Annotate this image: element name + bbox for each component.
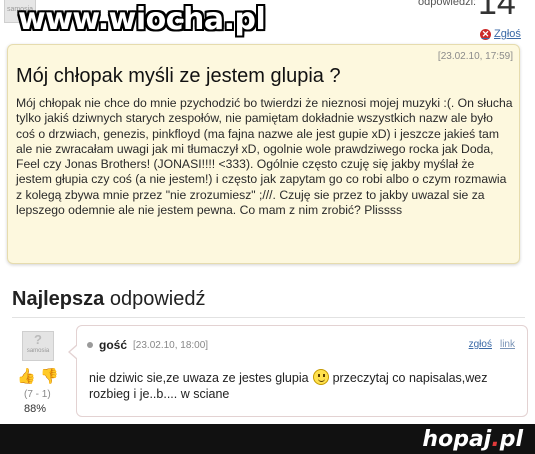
answers-count: 14 — [478, 0, 516, 22]
vote-count: (7 - 1) — [24, 389, 51, 400]
answer-avatar: ? samosia — [22, 331, 54, 361]
answer-header: gość [23.02.10, 18:00] — [87, 338, 208, 352]
answer-timestamp: [23.02.10, 18:00] — [133, 339, 209, 351]
best-answer-heading: Najlepsza odpowiedź — [12, 288, 205, 311]
answer-author: gość — [99, 338, 128, 352]
question-timestamp: [23.02.10, 17:59] — [437, 51, 513, 62]
question-card: [23.02.10, 17:59] Mój chłopak myśli ze j… — [7, 44, 520, 264]
bullet-icon — [87, 342, 93, 348]
report-answer-link[interactable]: zgłoś — [469, 339, 492, 350]
question-mark-icon: ? — [34, 332, 42, 347]
smiley-icon — [312, 369, 329, 385]
divider — [12, 317, 525, 318]
answer-permalink[interactable]: link — [500, 339, 515, 350]
question-title: Mój chłopak myśli ze jestem glupia ? — [16, 65, 341, 87]
answers-label: odpowiedzi: — [418, 0, 477, 8]
footer-logo: hopaj.pl — [422, 427, 523, 452]
best-answer-heading-rest: odpowiedź — [109, 288, 206, 310]
report-question-button[interactable]: ✕ Zgłoś — [480, 28, 521, 40]
question-body: Mój chłopak nie chce do mnie pzychodzić … — [16, 96, 513, 218]
thumb-up-icon[interactable]: 👍 — [17, 369, 36, 385]
watermark-logo: www.wiocha.pl — [18, 2, 266, 37]
best-answer-heading-bold: Najlepsza — [12, 288, 105, 310]
vote-percent: 88% — [24, 403, 47, 415]
close-icon: ✕ — [480, 28, 491, 40]
thumb-down-icon[interactable]: 👎 — [40, 369, 59, 385]
answer-body: nie dziwic sie,ze uwaza ze jestes glupia… — [89, 369, 488, 401]
report-question-label: Zgłoś — [494, 28, 521, 40]
answer-actions: zgłoś link — [469, 339, 515, 350]
answer-card: gość [23.02.10, 18:00] zgłoś link nie dz… — [68, 325, 528, 417]
